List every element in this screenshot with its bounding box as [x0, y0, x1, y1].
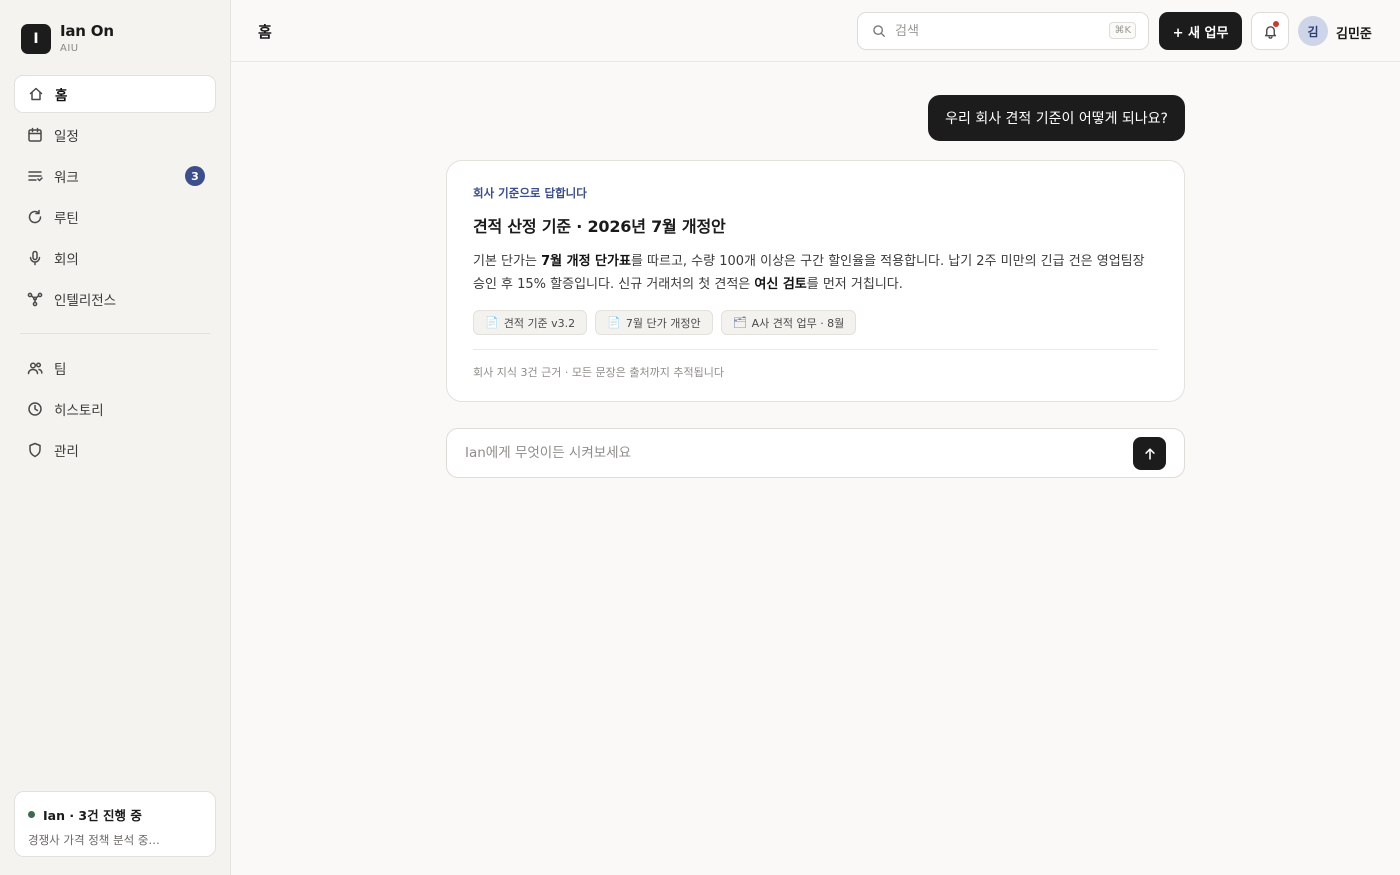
- sidebar-item-label: 팀: [54, 362, 67, 378]
- message-composer[interactable]: [446, 428, 1185, 478]
- sidebar-item-label: 일정: [54, 129, 79, 145]
- source-chip-label: 견적 기준 v3.2: [503, 316, 576, 330]
- home-icon: [28, 86, 44, 102]
- user-name[interactable]: 김민준: [1336, 23, 1372, 42]
- source-chip[interactable]: 📄 7월 단가 개정안: [595, 310, 713, 335]
- sidebar-item-intelligence[interactable]: 인텔리전스: [14, 280, 216, 318]
- message-input[interactable]: [465, 445, 1105, 461]
- brand-logo: I: [21, 24, 51, 54]
- document-icon: 📄: [607, 316, 621, 329]
- top-header: 홈 ⌘K + 새 업무 김 김민준: [231, 0, 1400, 62]
- calendar-icon: [27, 127, 43, 143]
- answer-body: 기본 단가는 7월 개정 단가표를 따르고, 수량 100개 이상은 구간 할인…: [473, 254, 1145, 292]
- sidebar-item-meeting[interactable]: 회의: [14, 239, 216, 277]
- arrow-up-icon: [1144, 447, 1155, 460]
- shield-icon: [27, 442, 43, 458]
- clock-icon: [27, 401, 43, 417]
- status-dot: [28, 811, 35, 818]
- sidebar-nav: 홈 일정 워크 3 루틴 회의 인텔리전스 팀 히스토리 관리: [14, 75, 216, 472]
- sidebar-item-work[interactable]: 워크 3: [14, 157, 216, 195]
- answer-title: 견적 산정 기준 · 2026년 7월 개정안: [473, 217, 726, 236]
- refresh-icon: [27, 209, 43, 225]
- source-chip[interactable]: 🗂 A사 견적 업무 · 8월: [720, 310, 857, 335]
- source-chip-label: 7월 단가 개정안: [625, 316, 701, 330]
- source-chips: 📄 견적 기준 v3.2 📄 7월 단가 개정안 🗂 A사 견적 업무 · 8월: [473, 310, 1158, 335]
- microphone-icon: [27, 250, 43, 266]
- network-icon: [27, 291, 43, 307]
- brand-name: Ian On: [60, 22, 114, 40]
- users-icon: [27, 360, 43, 376]
- sidebar-item-home[interactable]: 홈: [14, 75, 216, 113]
- sidebar-item-routine[interactable]: 루틴: [14, 198, 216, 236]
- status-description: 경쟁사 가격 정책 분석 중…: [28, 833, 160, 847]
- sidebar-item-label: 루틴: [54, 211, 79, 227]
- sidebar-item-history[interactable]: 히스토리: [14, 390, 216, 428]
- avatar[interactable]: 김: [1298, 16, 1328, 46]
- answer-card: 회사 기준으로 답합니다 견적 산정 기준 · 2026년 7월 개정안 기본 …: [446, 160, 1185, 402]
- source-chip[interactable]: 📄 견적 기준 v3.2: [473, 310, 588, 335]
- sidebar-item-team[interactable]: 팀: [14, 349, 216, 387]
- sidebar-divider: [20, 333, 210, 334]
- sidebar-item-label: 홈: [55, 88, 68, 104]
- answer-footer: 회사 지식 3건 근거 · 모든 문장은 출처까지 추적됩니다: [473, 366, 724, 379]
- user-message-bubble: 우리 회사 견적 기준이 어떻게 되나요?: [928, 95, 1185, 141]
- page-title: 홈: [258, 23, 272, 41]
- answer-source-label: 회사 기준으로 답합니다: [473, 186, 587, 200]
- search-input[interactable]: [895, 23, 1095, 39]
- sidebar: I Ian On AIU 홈 일정 워크 3 루틴 회의 인텔리전스 팀 히스토…: [0, 0, 231, 875]
- sidebar-item-label: 인텔리전스: [54, 293, 117, 309]
- source-chip-label: A사 견적 업무 · 8월: [751, 316, 845, 330]
- sidebar-item-admin[interactable]: 관리: [14, 431, 216, 469]
- sidebar-item-label: 워크: [54, 170, 79, 186]
- search-icon: [873, 25, 885, 37]
- sidebar-item-label: 히스토리: [54, 403, 104, 419]
- folder-icon: 🗂: [732, 316, 747, 329]
- sidebar-item-schedule[interactable]: 일정: [14, 116, 216, 154]
- sidebar-item-label: 회의: [54, 252, 79, 268]
- search-box[interactable]: ⌘K: [857, 12, 1149, 50]
- work-count-badge: 3: [185, 166, 205, 186]
- send-button[interactable]: [1133, 437, 1166, 470]
- status-title: Ian · 3건 진행 중: [43, 808, 142, 823]
- brand[interactable]: I Ian On AIU: [21, 24, 114, 54]
- notification-dot: [1273, 21, 1279, 27]
- notifications-button[interactable]: [1251, 12, 1289, 50]
- brand-subtitle: AIU: [60, 43, 79, 54]
- list-icon: [27, 168, 43, 184]
- sidebar-item-label: 관리: [54, 444, 79, 460]
- card-divider: [473, 349, 1158, 350]
- document-icon: 📄: [485, 316, 499, 329]
- agent-status-card[interactable]: Ian · 3건 진행 중 경쟁사 가격 정책 분석 중…: [14, 791, 216, 857]
- new-task-button[interactable]: + 새 업무: [1159, 12, 1242, 50]
- search-shortcut-hint: ⌘K: [1109, 22, 1136, 39]
